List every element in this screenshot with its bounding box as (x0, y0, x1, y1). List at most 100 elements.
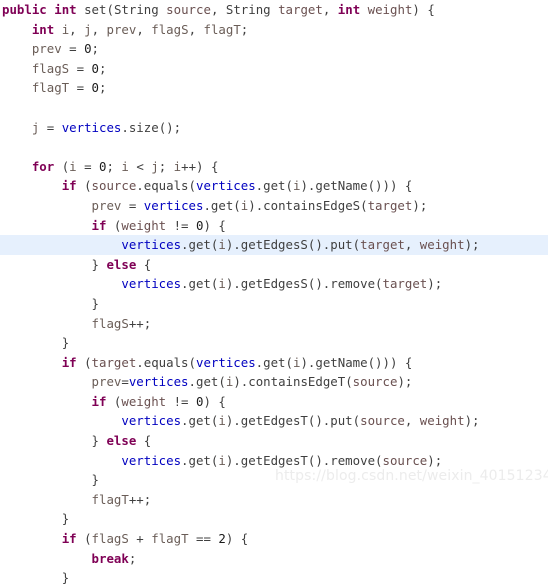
code-line[interactable]: public int set(String source, String tar… (0, 0, 548, 20)
code-editor-viewport[interactable]: public int set(String source, String tar… (0, 0, 548, 585)
code-token-par: target (360, 237, 405, 253)
code-line[interactable]: if (source.equals(vertices.get(i).getNam… (0, 176, 548, 196)
code-token-kw: if (91, 393, 107, 409)
code-token-kw: int (54, 2, 77, 17)
code-token-pln: .get( (181, 237, 219, 253)
code-token-pln: , (91, 21, 107, 37)
code-token-num: 0 (91, 60, 100, 76)
code-token-pln: ) { (225, 531, 249, 547)
code-line[interactable]: } (0, 333, 548, 353)
code-token-pln: } (61, 335, 70, 351)
code-token-loc: i (218, 413, 226, 429)
code-line[interactable] (0, 137, 548, 157)
code-line[interactable]: } (0, 509, 548, 529)
code-token-loc: flagT (203, 21, 241, 37)
code-token-kw: int (31, 21, 55, 37)
code-line[interactable]: prev = 0; (0, 39, 548, 59)
code-line[interactable]: flagT = 0; (0, 78, 548, 98)
code-line[interactable]: flagS++; (0, 314, 548, 334)
code-token-pln: == (188, 531, 219, 547)
code-token-par: source (382, 452, 428, 468)
code-token-kw: for (31, 158, 55, 174)
code-line[interactable]: } (0, 470, 548, 490)
code-token-loc: i (121, 158, 129, 174)
code-line[interactable]: for (i = 0; i < j; i++) { (0, 157, 548, 177)
code-token-pln: .get( (188, 374, 226, 390)
code-line[interactable]: j = vertices.size(); (0, 118, 548, 138)
code-line[interactable]: if (weight != 0) { (0, 392, 548, 412)
code-line[interactable]: prev = vertices.get(i).containsEdgeS(tar… (0, 196, 548, 216)
code-token-loc: flagT (91, 491, 129, 507)
code-token-fld: vertices (121, 276, 182, 292)
code-line[interactable]: vertices.get(i).getEdgesT().put(source, … (0, 411, 548, 431)
code-token-pln: ++; (128, 315, 152, 331)
code-line[interactable]: } else { (0, 255, 548, 275)
code-token-loc: prev (91, 197, 122, 213)
code-token-kw: else (106, 256, 137, 272)
code-token-loc: i (218, 276, 226, 292)
code-token-pln: , (404, 413, 420, 429)
code-token-pln: .size(); (121, 119, 182, 135)
code-token-pln: set( (76, 2, 114, 17)
code-token-fld: vertices (121, 452, 182, 468)
code-line[interactable]: } (0, 294, 548, 314)
code-line[interactable]: vertices.get(i).getEdgesT().remove(sourc… (0, 451, 548, 471)
code-token-pln: ( (106, 393, 122, 409)
code-token-pln: , (188, 21, 204, 37)
code-token-loc: prev (31, 41, 62, 57)
code-token-pln (360, 2, 367, 17)
code-token-typ: String (113, 2, 159, 17)
code-token-par: weight (121, 393, 167, 409)
code-line[interactable]: } else { (0, 431, 548, 451)
code-line[interactable]: if (flagS + flagT == 2) { (0, 529, 548, 549)
code-token-loc: flagS (151, 21, 189, 37)
code-token-par: target (91, 354, 137, 370)
code-token-pln: { (136, 256, 152, 272)
code-token-pln: = (69, 60, 92, 76)
code-token-pln: } (91, 256, 107, 272)
code-token-par: weight (367, 2, 413, 17)
code-token-kw: break (91, 550, 129, 566)
code-token-par: source (166, 2, 211, 17)
code-line[interactable]: int i, j, prev, flagS, flagT; (0, 20, 548, 40)
code-token-pln: ; (106, 158, 122, 174)
code-token-pln: ( (106, 217, 122, 233)
code-token-pln: ); (464, 237, 480, 253)
code-line-highlighted[interactable]: vertices.get(i).getEdgesS().put(target, … (0, 235, 548, 255)
code-token-par: weight (121, 217, 167, 233)
code-line[interactable]: break; (0, 549, 548, 569)
code-token-kw: else (106, 433, 137, 449)
code-line[interactable]: if (weight != 0) { (0, 216, 548, 236)
code-token-pln: ++) { (181, 158, 219, 174)
code-token-kw: if (61, 531, 77, 547)
code-token-pln: ; (99, 60, 107, 76)
code-token-loc: flagT (151, 531, 189, 547)
code-line[interactable]: } (0, 568, 548, 588)
code-line[interactable] (0, 98, 548, 118)
code-token-loc: flagT (31, 80, 70, 96)
code-token-kw: if (91, 217, 107, 233)
code-token-pln: ).getEdgesT().remove( (225, 452, 383, 468)
code-token-pln: = (121, 374, 129, 390)
code-token-loc: prev (91, 374, 122, 390)
code-line[interactable]: flagS = 0; (0, 59, 548, 79)
code-token-pln: ); (412, 197, 428, 213)
code-token-pln: = (121, 197, 144, 213)
code-line[interactable]: vertices.get(i).getEdgesS().remove(targe… (0, 274, 548, 294)
code-token-loc: i (218, 452, 226, 468)
code-line[interactable]: if (target.equals(vertices.get(i).getNam… (0, 353, 548, 373)
code-token-pln: , (69, 21, 85, 37)
code-line[interactable]: prev=vertices.get(i).containsEdgeT(sourc… (0, 372, 548, 392)
code-token-pln: ).getName())) { (300, 178, 413, 194)
code-token-pln: ).containsEdgeS( (248, 197, 368, 213)
